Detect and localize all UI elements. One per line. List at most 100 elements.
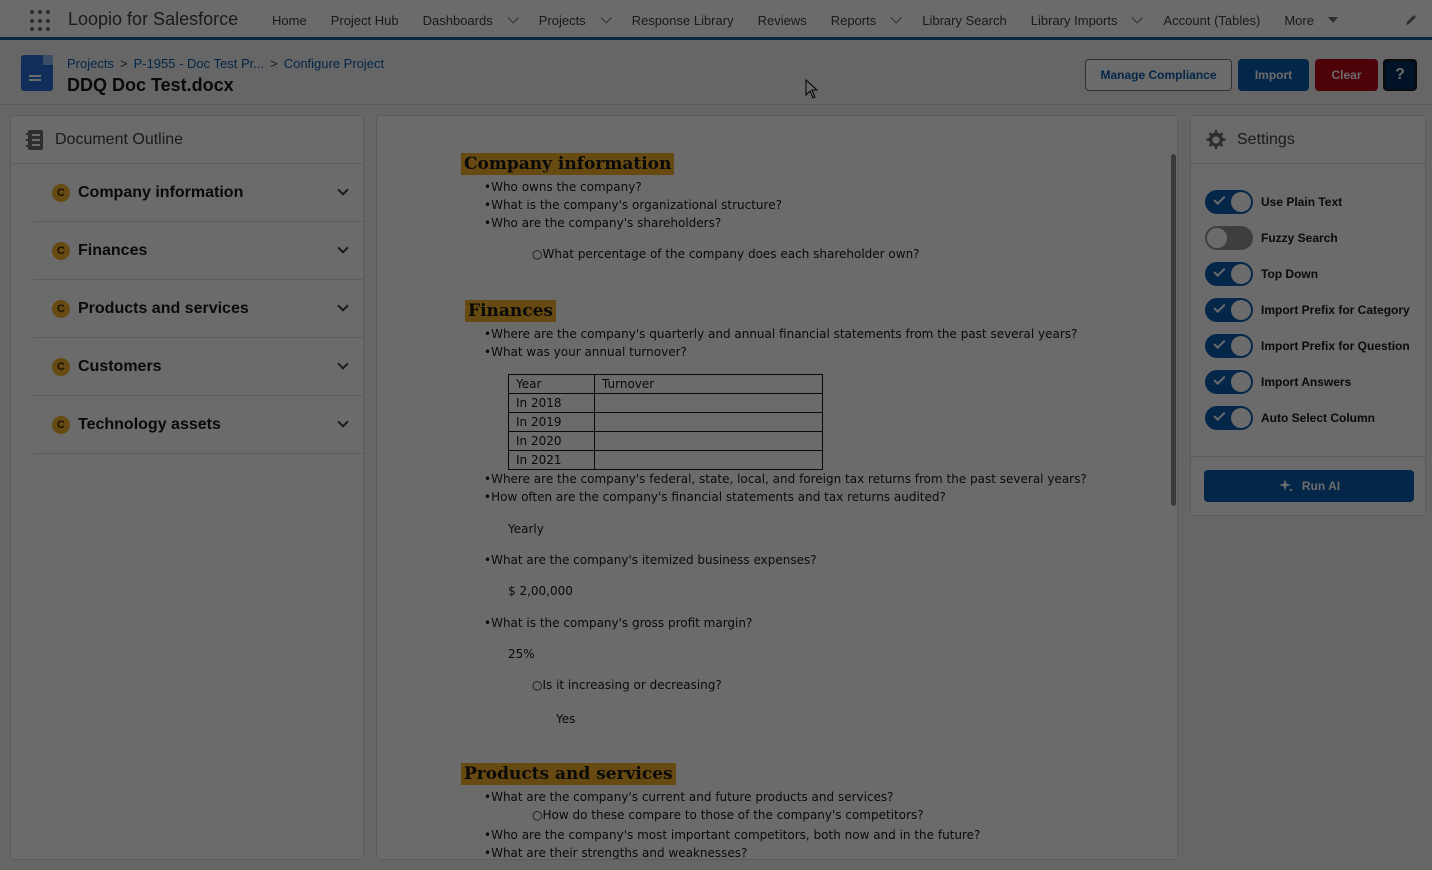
doc-heading[interactable]: Finances xyxy=(465,300,556,322)
nav-item-reports[interactable]: Reports xyxy=(819,0,911,40)
caret-down-icon[interactable] xyxy=(1327,17,1338,23)
nav-item-project-hub[interactable]: Project Hub xyxy=(319,0,411,40)
toggle-fuzzy-search: Fuzzy Search xyxy=(1205,226,1338,250)
toggle-import-prefix-question: Import Prefix for Question xyxy=(1205,334,1410,358)
document-icon xyxy=(21,55,53,91)
outline-item-label: Finances xyxy=(78,241,148,259)
page-header: Projects > P-1955 - Doc Test Pr... > Con… xyxy=(0,43,1432,105)
nav-label: Projects xyxy=(538,12,586,28)
category-badge-icon: C xyxy=(52,415,70,434)
table-header-cell: Year xyxy=(508,374,595,394)
toggle-knob xyxy=(1231,372,1251,392)
chevron-down-icon[interactable] xyxy=(337,242,349,254)
outline-item-technology-assets[interactable]: C Technology assets xyxy=(33,396,363,454)
toggle-switch[interactable] xyxy=(1205,298,1253,322)
nav-item-projects[interactable]: Projects xyxy=(527,0,620,40)
outline-item-finances[interactable]: C Finances xyxy=(33,222,363,280)
pencil-icon[interactable] xyxy=(1404,13,1418,27)
doc-question[interactable]: •What are the company's itemized busines… xyxy=(484,553,817,567)
doc-subquestion[interactable]: ○What percentage of the company does eac… xyxy=(532,247,920,261)
nav-item-library-imports[interactable]: Library Imports xyxy=(1019,0,1152,40)
chevron-down-icon[interactable] xyxy=(507,12,519,24)
doc-answer[interactable]: Yes xyxy=(556,712,575,726)
nav-item-reviews[interactable]: Reviews xyxy=(746,0,819,40)
table-cell xyxy=(594,412,823,432)
toggle-switch[interactable] xyxy=(1205,334,1253,358)
nav-item-account-tables[interactable]: Account (Tables) xyxy=(1151,0,1272,40)
doc-question[interactable]: •Who are the company's shareholders? xyxy=(484,216,721,230)
chevron-down-icon[interactable] xyxy=(337,300,349,312)
toggle-switch[interactable] xyxy=(1205,406,1253,430)
nav-item-library-search[interactable]: Library Search xyxy=(910,0,1019,40)
document-preview[interactable]: Company information •Who owns the compan… xyxy=(376,115,1178,860)
toggle-switch[interactable] xyxy=(1205,226,1253,250)
clear-button[interactable]: Clear xyxy=(1315,59,1378,91)
nav-item-response-library[interactable]: Response Library xyxy=(620,0,746,40)
settings-header: Settings xyxy=(1191,116,1425,164)
nav-item-more[interactable]: More xyxy=(1272,0,1350,40)
doc-heading[interactable]: Company information xyxy=(461,153,675,175)
doc-answer[interactable]: 25% xyxy=(508,647,535,661)
page-title: DDQ Doc Test.docx xyxy=(67,75,234,95)
doc-heading[interactable]: Products and services xyxy=(461,763,676,785)
sparkle-icon xyxy=(1278,479,1293,492)
doc-question[interactable]: •What is the company's organizational st… xyxy=(484,198,782,212)
chevron-down-icon[interactable] xyxy=(337,184,349,196)
doc-question[interactable]: •What are the company's current and futu… xyxy=(484,790,894,804)
outline-item-customers[interactable]: C Customers xyxy=(33,338,363,396)
chevron-down-icon[interactable] xyxy=(600,12,612,24)
doc-answer[interactable]: $ 2,00,000 xyxy=(508,584,573,598)
chevron-down-icon[interactable] xyxy=(337,358,349,370)
doc-question[interactable]: •What is the company's gross profit marg… xyxy=(484,616,752,630)
toggle-switch[interactable] xyxy=(1205,370,1253,394)
breadcrumb-configure-project[interactable]: Configure Project xyxy=(284,56,384,71)
manage-compliance-button[interactable]: Manage Compliance xyxy=(1085,59,1232,91)
doc-question[interactable]: •Where are the company's quarterly and a… xyxy=(484,327,1077,341)
settings-divider xyxy=(1191,456,1425,457)
toggle-label: Auto Select Column xyxy=(1261,411,1376,425)
table-row: In 2020 xyxy=(508,431,823,451)
doc-question[interactable]: •Who owns the company? xyxy=(484,180,642,194)
breadcrumb-projects[interactable]: Projects xyxy=(67,56,114,71)
doc-question[interactable]: •How often are the company's financial s… xyxy=(484,490,946,504)
toggle-auto-select-column: Auto Select Column xyxy=(1205,406,1375,430)
table-cell: In 2020 xyxy=(508,431,595,451)
doc-question[interactable]: •What are their strengths and weaknesses… xyxy=(484,846,747,859)
outline-item-company-information[interactable]: C Company information xyxy=(33,164,363,222)
toggle-switch[interactable] xyxy=(1205,262,1253,286)
chevron-down-icon[interactable] xyxy=(337,416,349,428)
outline-item-label: Customers xyxy=(78,357,162,375)
doc-question[interactable]: •Who are the company's most important co… xyxy=(484,828,980,842)
run-ai-button[interactable]: Run AI xyxy=(1204,470,1414,502)
nav-label: Reviews xyxy=(757,12,807,28)
toggle-label: Use Plain Text xyxy=(1261,195,1343,209)
toggle-label: Fuzzy Search xyxy=(1261,231,1338,245)
nav-label: Reports xyxy=(830,12,877,28)
doc-answer[interactable]: Yearly xyxy=(508,522,544,536)
doc-subquestion[interactable]: ○Is it increasing or decreasing? xyxy=(532,678,722,692)
table-cell: In 2021 xyxy=(508,450,595,470)
outline-item-products-and-services[interactable]: C Products and services xyxy=(33,280,363,338)
toggle-switch[interactable] xyxy=(1205,190,1253,214)
nav-label: Library Imports xyxy=(1030,12,1118,28)
toggle-import-prefix-category: Import Prefix for Category xyxy=(1205,298,1410,322)
toggle-use-plain-text: Use Plain Text xyxy=(1205,190,1342,214)
doc-question[interactable]: •Where are the company's federal, state,… xyxy=(484,472,1087,486)
chevron-down-icon[interactable] xyxy=(1131,12,1144,24)
doc-subquestion[interactable]: ○How do these compare to those of the co… xyxy=(532,808,924,822)
toggle-knob xyxy=(1231,192,1251,212)
toggle-top-down: Top Down xyxy=(1205,262,1318,286)
chevron-down-icon[interactable] xyxy=(890,12,903,24)
doc-question[interactable]: •What was your annual turnover? xyxy=(484,345,687,359)
app-launcher-icon[interactable] xyxy=(30,10,52,32)
import-button[interactable]: Import xyxy=(1238,59,1309,91)
run-ai-label: Run AI xyxy=(1301,479,1341,493)
nav-item-home[interactable]: Home xyxy=(260,0,319,40)
document-scrollbar[interactable] xyxy=(1171,154,1176,506)
help-button[interactable]: ? xyxy=(1383,59,1417,91)
check-icon xyxy=(1213,336,1226,350)
table-cell xyxy=(594,450,823,470)
check-icon xyxy=(1213,264,1226,278)
nav-item-dashboards[interactable]: Dashboards xyxy=(411,0,527,40)
breadcrumb-project[interactable]: P-1955 - Doc Test Pr... xyxy=(134,56,265,71)
